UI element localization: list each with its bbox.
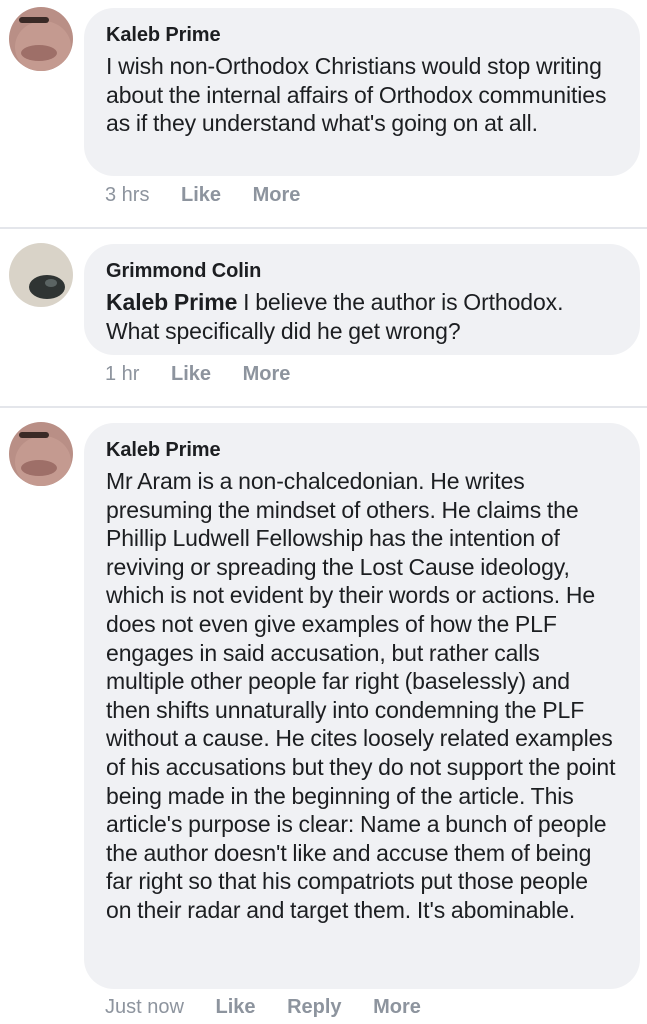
like-button[interactable]: Like bbox=[216, 996, 256, 1018]
comment-body: I wish non-Orthodox Christians would sto… bbox=[106, 53, 607, 137]
comment-text: Kaleb Prime I believe the author is Orth… bbox=[106, 288, 618, 345]
comment-bubble: Grimmond Colin Kaleb Prime I believe the… bbox=[84, 244, 640, 355]
avatar[interactable] bbox=[9, 7, 73, 71]
avatar[interactable] bbox=[9, 243, 73, 307]
comment-meta: 3 hrs Like More bbox=[105, 184, 326, 207]
more-button[interactable]: More bbox=[243, 363, 291, 385]
more-button[interactable]: More bbox=[373, 996, 421, 1018]
comment-timestamp[interactable]: Just now bbox=[105, 996, 184, 1018]
reply-button[interactable]: Reply bbox=[287, 996, 341, 1018]
comment-bubble: Kaleb Prime I wish non-Orthodox Christia… bbox=[84, 8, 640, 176]
divider bbox=[0, 406, 647, 408]
comment-body: Mr Aram is a non-chalcedonian. He writes… bbox=[106, 468, 616, 923]
more-button[interactable]: More bbox=[253, 184, 301, 206]
comment-text: Mr Aram is a non-chalcedonian. He writes… bbox=[106, 467, 618, 925]
comment-author[interactable]: Grimmond Colin bbox=[106, 258, 618, 284]
comment-meta: 1 hr Like More bbox=[105, 363, 316, 386]
comment-bubble: Kaleb Prime Mr Aram is a non-chalcedonia… bbox=[84, 423, 640, 989]
comment-text: I wish non-Orthodox Christians would sto… bbox=[106, 52, 618, 138]
like-button[interactable]: Like bbox=[181, 184, 221, 206]
avatar[interactable] bbox=[9, 422, 73, 486]
comment-meta: Just now Like Reply More bbox=[105, 996, 447, 1019]
mention-link[interactable]: Kaleb Prime bbox=[106, 289, 237, 315]
comment-author[interactable]: Kaleb Prime bbox=[106, 437, 618, 463]
divider bbox=[0, 227, 647, 229]
comment-author[interactable]: Kaleb Prime bbox=[106, 22, 618, 48]
like-button[interactable]: Like bbox=[171, 363, 211, 385]
comment-timestamp[interactable]: 3 hrs bbox=[105, 184, 149, 206]
comment-timestamp[interactable]: 1 hr bbox=[105, 363, 139, 385]
